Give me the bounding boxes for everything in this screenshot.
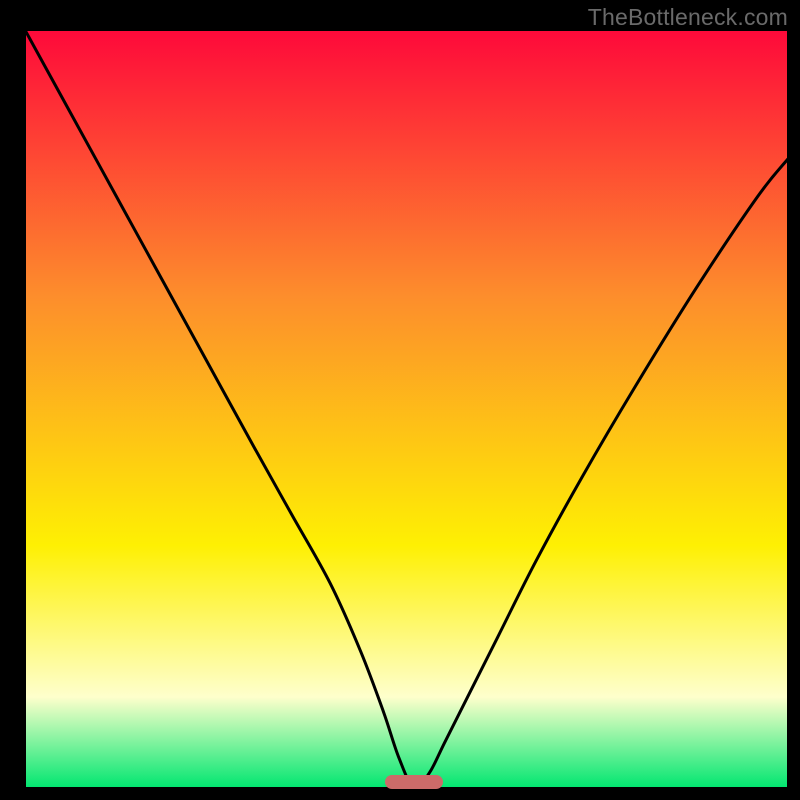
minimum-marker — [385, 775, 443, 789]
gradient-background — [25, 30, 788, 788]
bottleneck-chart: bottleneck-curve — [0, 0, 800, 800]
watermark-text: TheBottleneck.com — [588, 4, 788, 31]
chart-stage: TheBottleneck.com bottleneck-curve — [0, 0, 800, 800]
